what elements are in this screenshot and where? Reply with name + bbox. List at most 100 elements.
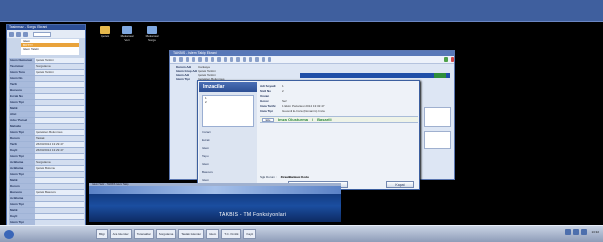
sgk-status-label: Sgk Durum : xyxy=(260,175,277,179)
sidebar-row-key: Durum xyxy=(9,184,35,189)
sidebar-row-key: Malik xyxy=(9,208,35,213)
side-label: Islem xyxy=(202,178,210,182)
sidebar-row-value xyxy=(35,196,84,201)
sidebar-row-value xyxy=(35,184,84,189)
grid-header xyxy=(300,73,450,78)
sidebar-row-key: Tarih xyxy=(9,142,35,147)
save-icon[interactable] xyxy=(185,57,189,62)
taskbar-task[interactable]: Kayit xyxy=(243,229,257,239)
start-button[interactable] xyxy=(4,230,14,239)
sidebar-row-value xyxy=(35,76,84,81)
side-label: Islem xyxy=(202,146,210,150)
map-icon xyxy=(122,26,132,34)
desktop-icon-label: Ipotek xyxy=(100,34,110,38)
taskbar-task[interactable]: Tutanaklar xyxy=(133,229,154,239)
paste-icon[interactable] xyxy=(242,57,246,62)
sidebar-row-key: Tasinmaz xyxy=(9,64,35,69)
content-panel xyxy=(424,107,451,127)
network-icon[interactable] xyxy=(565,229,572,235)
taskbar-task[interactable]: Bilgi xyxy=(96,229,108,239)
taskbar: Bilgi Ara Islemler Tutanaklar Sorgulama Tasl… xyxy=(0,225,603,242)
open-icon[interactable] xyxy=(179,57,183,62)
sidebar-row-value xyxy=(35,214,84,219)
sidebar-row-key: Islem Tipi xyxy=(9,202,35,207)
sidebar-row-value: Sorgulama xyxy=(35,160,84,165)
home-icon[interactable] xyxy=(23,31,28,37)
sidebar-row-value xyxy=(35,112,84,117)
sidebar-row-key: Malik xyxy=(9,106,35,111)
volume-icon[interactable] xyxy=(573,229,580,235)
side-label: Imzaci xyxy=(202,130,211,134)
signer-details: Adi Soyadi 1 Sicil No 2 Unvan Gorev Sef Imza Ta… xyxy=(260,84,418,114)
desktop-icon-2[interactable]: Mekansal Veri xyxy=(118,26,136,42)
signers-heading: Imzacilar xyxy=(199,82,257,92)
sidebar-row-key: Kayit xyxy=(9,214,35,219)
print-icon[interactable] xyxy=(191,57,196,62)
folder-icon xyxy=(100,26,110,34)
refresh-icon[interactable] xyxy=(16,31,21,37)
sidebar-row-key: Aciklama xyxy=(9,196,35,201)
sidebar-row-key: Aciklama xyxy=(9,166,35,171)
sidebar-row-key: Islem Tipi xyxy=(9,154,35,159)
sidebar-row-key: Islem Turu xyxy=(9,70,35,75)
filter-icon[interactable] xyxy=(204,57,208,62)
tree-item[interactable]: Islem Talebi xyxy=(21,47,79,51)
copy-icon[interactable] xyxy=(236,57,240,62)
back-icon[interactable] xyxy=(9,31,14,37)
sidebar-row-value xyxy=(35,172,84,177)
taskbar-task[interactable]: Islem xyxy=(206,229,220,239)
sidebar-row-value xyxy=(35,88,84,93)
next-icon[interactable] xyxy=(223,57,227,62)
view-select[interactable] xyxy=(33,31,51,37)
side-label: Basvuru xyxy=(202,170,214,174)
desktop-icon-1[interactable]: Ipotek xyxy=(96,26,114,38)
sidebar-row-key: Kayit xyxy=(9,148,35,153)
sgk-status-value: ZiraatBankasi Kodu xyxy=(280,175,309,179)
check-icon[interactable] xyxy=(444,57,448,62)
sidebar-row-value xyxy=(35,100,84,105)
search-icon[interactable] xyxy=(198,57,202,62)
layer-icon[interactable] xyxy=(255,57,259,62)
side-label: Tapu xyxy=(202,154,209,158)
sidebar-row-key: Alici xyxy=(9,112,35,117)
field-label: Imza Tipi xyxy=(260,109,273,113)
sidebar-row-value: 26/03/2014 13:29:47 xyxy=(35,142,84,147)
taskbar-task[interactable]: Taslak Islemler xyxy=(178,229,205,239)
signature-status-bar: Ekle Imza Olusturma / Basarili xyxy=(260,116,418,123)
signers-list[interactable]: 1 2 xyxy=(202,95,254,127)
sidebar-row-value xyxy=(35,82,84,87)
last-icon[interactable] xyxy=(229,57,234,62)
map-icon xyxy=(147,26,157,34)
sidebar-row-value: 26/03/2014 13:29:47 xyxy=(35,148,84,153)
sidebar-tree: Islem BOTTY Islem Talebi xyxy=(21,39,79,55)
sidebar-row-value xyxy=(35,118,84,123)
banner-strip xyxy=(89,186,341,194)
sidebar-row-key: Islem Tipi xyxy=(9,172,35,177)
close-icon[interactable] xyxy=(450,57,454,62)
sidebar-row-key: Mahalle xyxy=(9,124,35,129)
new-icon[interactable] xyxy=(173,57,177,62)
prev-icon[interactable] xyxy=(217,57,221,62)
content-panel xyxy=(424,131,451,149)
report-icon[interactable] xyxy=(261,57,265,62)
sidebar-row-key: Durum xyxy=(9,136,35,141)
language-icon[interactable] xyxy=(581,229,588,235)
taskbar-task[interactable]: Ara Islemler xyxy=(109,229,132,239)
status-indicator xyxy=(434,73,446,78)
info-icon[interactable] xyxy=(267,57,272,62)
taskbar-task[interactable]: T.C. Kimlik xyxy=(221,229,242,239)
close-button[interactable]: Kapat xyxy=(386,181,414,188)
taskbar-tasks: Bilgi Ara Islemler Tutanaklar Sorgulama Tasl… xyxy=(96,229,257,239)
map-icon[interactable] xyxy=(248,57,253,62)
first-icon[interactable] xyxy=(210,57,215,62)
sidebar-row-value: Ipotekten Bolunmus xyxy=(35,130,84,135)
taskbar-task[interactable]: Sorgulama xyxy=(155,229,177,239)
side-label: Evrak xyxy=(202,138,210,142)
sidebar-row-value xyxy=(35,94,84,99)
desktop-icon-3[interactable]: Mekansal Sorgu xyxy=(143,26,161,42)
sidebar-row-key: Islem Tipi xyxy=(9,130,35,135)
system-tray: 13:32 xyxy=(565,229,599,235)
add-button[interactable]: Ekle xyxy=(262,117,274,122)
desktop-icon-label: Mekansal Sorgu xyxy=(145,34,159,42)
list-item[interactable]: 2 xyxy=(203,100,253,104)
